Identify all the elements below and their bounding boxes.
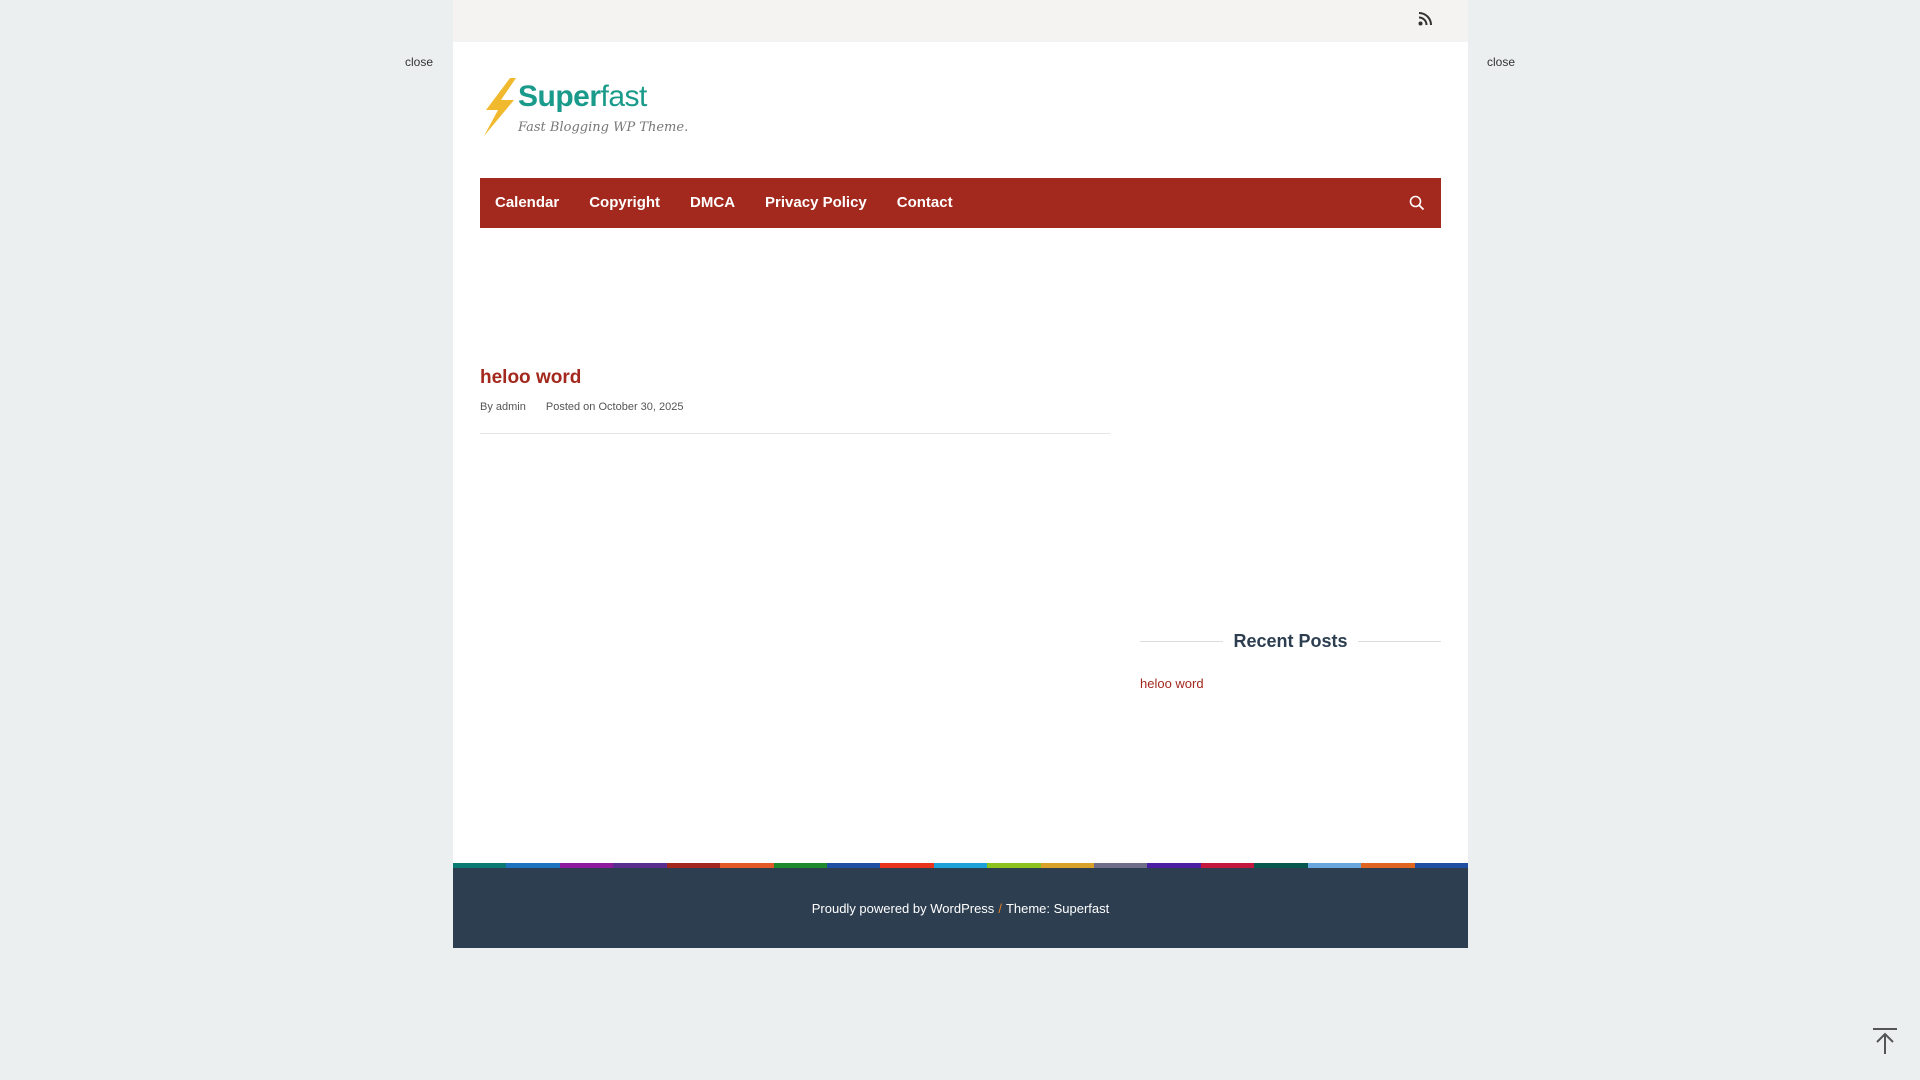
post-title[interactable]: heloo word xyxy=(480,367,1110,389)
stripe-segment xyxy=(933,863,988,868)
rss-icon[interactable] xyxy=(1418,12,1432,26)
content-area: heloo word By admin Posted on October 30… xyxy=(453,228,1468,863)
recent-post-link[interactable]: heloo word xyxy=(1140,676,1441,691)
lightning-bolt-icon xyxy=(484,78,516,136)
recent-posts-widget-header: Recent Posts xyxy=(1140,631,1442,652)
site-logo[interactable]: Superfast Fast Blogging WP Theme. xyxy=(480,76,688,138)
nav-item-copyright[interactable]: Copyright xyxy=(574,178,675,228)
posted-on-label: Posted on xyxy=(545,401,596,413)
stripe-segment xyxy=(1307,863,1362,868)
main-column: heloo word By admin Posted on October 30… xyxy=(480,228,1110,863)
post-meta: By admin Posted on October 30, 2025 xyxy=(480,401,1110,413)
nav-item-dmca[interactable]: DMCA xyxy=(675,178,750,228)
site-footer: Proudly powered by WordPress / Theme: Su… xyxy=(453,868,1468,948)
color-stripe xyxy=(453,863,1469,868)
search-icon[interactable] xyxy=(1409,195,1425,211)
stripe-segment xyxy=(826,863,881,868)
site-header: Superfast Fast Blogging WP Theme. xyxy=(453,42,1468,178)
divider xyxy=(1357,641,1442,642)
arrow-up-icon[interactable] xyxy=(1870,1027,1900,1055)
nav-item-contact[interactable]: Contact xyxy=(882,178,968,228)
stripe-segment xyxy=(1147,863,1201,868)
stripe-segment xyxy=(1094,863,1148,868)
theme-link[interactable]: Theme: Superfast xyxy=(1006,901,1109,916)
page-container: Superfast Fast Blogging WP Theme. Calend… xyxy=(453,0,1469,948)
close-left-ad-button[interactable]: close xyxy=(405,55,433,69)
logo-tagline: Fast Blogging WP Theme. xyxy=(518,120,689,135)
stripe-segment xyxy=(1414,863,1469,868)
stripe-segment xyxy=(666,863,721,868)
by-label: By xyxy=(480,401,493,413)
stripe-segment xyxy=(720,863,774,868)
top-bar xyxy=(453,0,1468,42)
post-divider xyxy=(480,433,1110,434)
stripe-segment xyxy=(453,863,507,868)
stripe-segment xyxy=(1254,863,1308,868)
stripe-segment xyxy=(613,863,667,868)
main-navigation: Calendar Copyright DMCA Privacy Policy C… xyxy=(480,178,1441,228)
footer-separator: / xyxy=(998,900,1002,916)
logo-title: Superfast xyxy=(518,80,647,113)
stripe-segment xyxy=(987,863,1041,868)
stripe-segment xyxy=(773,863,827,868)
stripe-segment xyxy=(506,863,560,868)
nav-item-calendar[interactable]: Calendar xyxy=(480,178,574,228)
wordpress-link[interactable]: Proudly powered by WordPress xyxy=(812,901,995,916)
post-author-meta: By admin xyxy=(480,401,526,413)
close-right-ad-button[interactable]: close xyxy=(1487,55,1515,69)
stripe-segment xyxy=(1200,863,1255,868)
stripe-segment xyxy=(1361,863,1415,868)
post-date-meta: Posted on October 30, 2025 xyxy=(546,401,684,413)
stripe-segment xyxy=(1040,863,1095,868)
divider xyxy=(1140,641,1224,642)
sidebar: Recent Posts heloo word xyxy=(1140,631,1442,691)
nav-item-privacy-policy[interactable]: Privacy Policy xyxy=(750,178,882,228)
stripe-segment xyxy=(880,863,934,868)
stripe-segment xyxy=(559,863,614,868)
post-author-link[interactable]: admin xyxy=(496,401,526,413)
post-date-link[interactable]: October 30, 2025 xyxy=(598,401,683,413)
widget-title: Recent Posts xyxy=(1233,631,1348,651)
